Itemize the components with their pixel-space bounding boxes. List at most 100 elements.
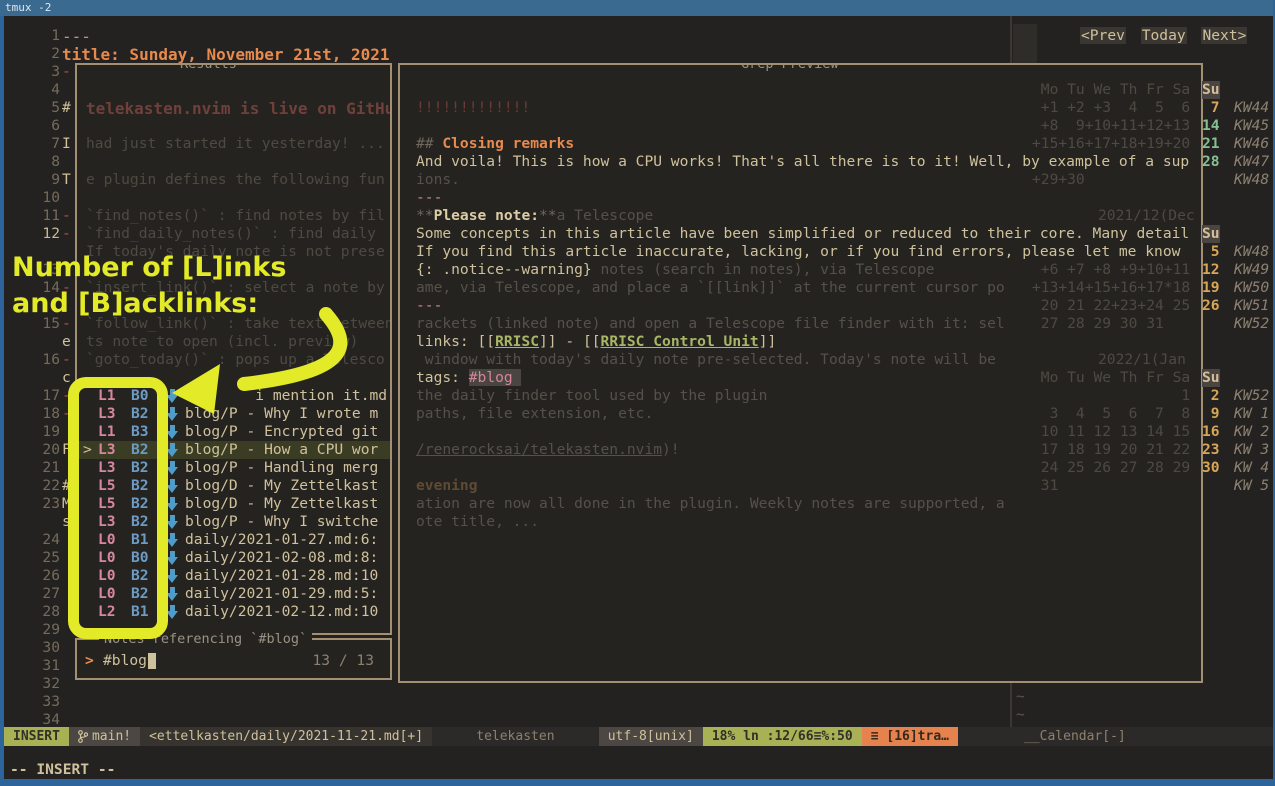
calendar-sunday-header: Su <box>1202 369 1220 387</box>
preview-text: Please note: <box>434 207 539 224</box>
download-arrow-icon <box>166 407 179 421</box>
calendar-day[interactable]: 12 <box>1202 261 1220 279</box>
calendar-week-number: KW47 <box>1234 153 1269 171</box>
preview-text: ation are now all done in the plugin. We… <box>416 495 1005 512</box>
results-row[interactable]: L1B3blog/P - Encrypted git <box>77 423 390 441</box>
results-row[interactable]: >L3B2blog/P - How a CPU wor <box>77 441 390 459</box>
plugin-name: telekasten <box>467 727 563 746</box>
line-number-gutter: 1 2 3 4 5 6 7 8 9 10 11 12 13 14 15 16 1… <box>30 27 60 729</box>
cursor-line-number: 12 <box>30 225 60 243</box>
calendar-ghost-days: 17 18 19 20 21 22 <box>1032 441 1190 459</box>
calendar-day[interactable]: 19 <box>1202 279 1220 297</box>
results-row[interactable]: L0B0daily/2021-02-08.md:8: <box>77 549 390 567</box>
calendar-day[interactable]: 5 <box>1202 243 1220 261</box>
download-arrow-icon <box>166 479 179 493</box>
preview-text: a Telescope <box>557 207 654 224</box>
calendar-week-number: KW51 <box>1234 297 1269 315</box>
tmux-titlebar: tmux -2 <box>0 0 1275 16</box>
preview-text: window with today's daily note pre-selec… <box>416 351 996 368</box>
calendar-month-title: 2022/1(Jan <box>1098 351 1186 369</box>
calendar-day[interactable]: 30 <box>1202 459 1220 477</box>
results-ghost-text: had just started it yesterday! ... e plu… <box>86 99 392 369</box>
git-branch-icon <box>78 730 88 743</box>
calendar-day[interactable]: 9 <box>1202 405 1220 423</box>
calendar-week-number: KW52 <box>1234 387 1269 405</box>
download-arrow-icon <box>166 569 179 583</box>
calendar-sunday-header: Su <box>1202 225 1220 243</box>
results-row[interactable]: L0B1daily/2021-01-27.md:6: <box>77 531 390 549</box>
link-rrisc-control-unit[interactable]: RRISC Control Unit <box>601 333 759 350</box>
results-ghost-heading: telekasten.nvim is live on GitHub! <box>86 99 392 118</box>
download-arrow-icon <box>166 515 179 529</box>
calendar-day[interactable]: 28 <box>1202 153 1220 171</box>
buffer-title-line: title: Sunday, November 21st, 2021 <box>62 45 390 64</box>
calendar-ghost-days: +13+14+15+16+17*18 <box>1032 279 1190 297</box>
command-line-mode-text: -- INSERT -- <box>10 761 115 779</box>
prompt-query-text: #blog <box>103 652 147 670</box>
calendar-day[interactable]: 26 <box>1202 297 1220 315</box>
download-arrow-icon <box>166 461 179 475</box>
preview-text: ## <box>416 135 442 152</box>
preview-text: ote title, ... <box>416 513 539 530</box>
results-row[interactable]: L2B1daily/2021-02-12.md:10 <box>77 603 390 621</box>
calendar-week-number: KW 4 <box>1234 459 1269 477</box>
download-arrow-icon <box>166 605 179 619</box>
calendar-day[interactable]: 23 <box>1202 441 1220 459</box>
preview-text: links: [[ <box>416 333 495 350</box>
screen: tmux -2 1 2 3 4 5 6 7 8 9 10 11 12 13 14… <box>0 0 1275 786</box>
calendar-sunday-header: Su <box>1202 81 1220 99</box>
calendar-week-number: KW 5 <box>1234 477 1269 495</box>
prompt-window-title: Notes referencing `#blog` <box>99 630 312 648</box>
preview-text: notes (search in notes), via Telescope <box>592 261 935 278</box>
calendar-next-button[interactable]: Next> <box>1201 27 1247 44</box>
calendar-today-button[interactable]: Today <box>1141 27 1187 44</box>
calendar-ghost-days: +15+16+17+18+19+20 <box>1032 135 1190 153</box>
calendar-prev-button[interactable]: <Prev <box>1080 27 1126 44</box>
calendar-week-number: KW 1 <box>1234 405 1269 423</box>
calendar-ghost-days: 24 25 26 27 28 29 <box>1032 459 1190 477</box>
calendar-week-number: KW50 <box>1234 279 1269 297</box>
results-row[interactable]: L3B2blog/P - Why I wrote m <box>77 405 390 423</box>
calendar-week-number: KW44 <box>1234 99 1269 117</box>
calendar-week-number: KW46 <box>1234 135 1269 153</box>
calendar-ghost-days: +1 +2 +3 4 5 6 <box>1032 99 1190 117</box>
results-row[interactable]: L3B2blog/P - Why I switche <box>77 513 390 531</box>
buffer-indicator-segment[interactable]: ≡ [16]tra… <box>862 727 958 746</box>
preview-text: paths, file extension, etc. <box>416 405 653 422</box>
calendar-day[interactable]: 14 <box>1202 117 1220 135</box>
results-row[interactable]: L1B0 i mention it.md:8: <box>77 387 390 405</box>
preview-text: )! <box>662 441 680 458</box>
results-row[interactable]: L5B2blog/D - My Zettelkast <box>77 495 390 513</box>
calendar-day[interactable]: 21 <box>1202 135 1220 153</box>
link-telekasten-repo[interactable]: /renerocksai/telekasten.nvim <box>416 441 662 458</box>
preview-text: Closing remarks <box>442 135 574 152</box>
preview-text: !!!!!!!!!!!!! <box>416 99 530 116</box>
calendar-day[interactable]: 2 <box>1202 387 1220 405</box>
results-row[interactable]: L0B2daily/2021-01-28.md:10 <box>77 567 390 585</box>
calendar-ghost-days: 10 11 12 13 14 15 <box>1032 423 1190 441</box>
link-rrisc[interactable]: RRISC <box>495 333 539 350</box>
results-row[interactable]: L0B2daily/2021-01-29.md:5: <box>77 585 390 603</box>
git-branch-segment: main! <box>69 727 140 746</box>
calendar-ghost-days: +8 9+10+11+12+13 <box>1032 117 1190 135</box>
preview-text: ** <box>539 207 557 224</box>
preview-text: evening <box>416 477 478 494</box>
tag-blog[interactable]: #blog <box>469 369 522 386</box>
calendar-ghost-days: 20 21 22+23+24 25 <box>1032 297 1190 315</box>
calendar-nav: <Prev Today Next> <box>1080 27 1247 45</box>
preview-text: ame, via Telescope, and place a `[[link]… <box>416 279 1005 296</box>
results-row[interactable]: L5B2blog/D - My Zettelkast <box>77 477 390 495</box>
calendar-day[interactable]: 16 <box>1202 423 1220 441</box>
text-cursor <box>148 653 156 669</box>
results-row[interactable]: L3B2blog/P - Handling merg <box>77 459 390 477</box>
calendar-week-number: KW52 <box>1234 315 1269 333</box>
tilde: ~ <box>1016 706 1025 724</box>
calendar-ghost-days: Mo Tu We Th Fr Sa <box>1032 81 1190 99</box>
calendar-ghost-days: 1 <box>1032 387 1190 405</box>
preview-text: --- <box>416 189 442 206</box>
calendar-day[interactable]: 7 <box>1202 99 1220 117</box>
git-branch-label: main! <box>92 727 131 746</box>
download-arrow-icon <box>166 587 179 601</box>
prompt-window: Notes referencing `#blog` > #blog 13 / 1… <box>75 638 392 680</box>
cursor-position-segment: 18% ln :12/66≡%:50 <box>703 727 862 746</box>
